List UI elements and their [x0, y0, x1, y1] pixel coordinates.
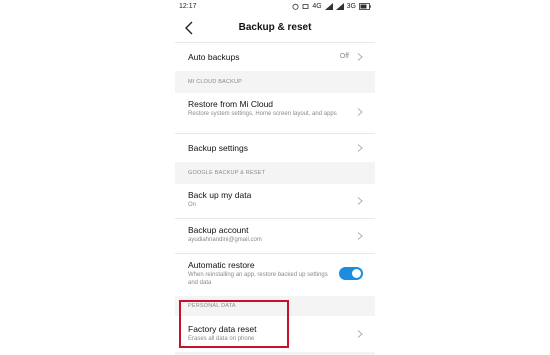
restore-from-mi-cloud-description: Restore system settings, Home screen lay… — [188, 111, 337, 117]
backup-account-email: ayudiahnandini@gmail.com — [188, 237, 262, 243]
backup-account-row[interactable]: Backup account ayudiahnandini@gmail.com — [175, 219, 375, 253]
chevron-right-icon — [357, 197, 363, 205]
status-icons: 4G 3G — [292, 3, 371, 10]
app-header: Backup & reset — [175, 14, 375, 44]
mi-cloud-section-title: MI CLOUD BACKUP — [188, 79, 243, 85]
signal-icon — [324, 3, 333, 10]
backup-account-label: Backup account — [188, 225, 249, 235]
back-up-my-data-status: On — [188, 202, 197, 208]
backup-settings-row[interactable]: Backup settings — [175, 134, 375, 162]
status-time: 12:17 — [179, 3, 197, 10]
chevron-right-icon — [357, 108, 363, 116]
chevron-right-icon — [357, 53, 363, 61]
highlight-box — [179, 300, 289, 348]
alarm-icon — [292, 3, 299, 10]
mi-cloud-section-header: MI CLOUD BACKUP — [175, 71, 375, 93]
network-4g-label: 4G — [312, 3, 322, 10]
restore-from-mi-cloud-row[interactable]: Restore from Mi Cloud Restore system set… — [175, 93, 375, 133]
automatic-restore-label: Automatic restore — [188, 260, 255, 270]
google-section-header: GOOGLE BACKUP & RESET — [175, 162, 375, 184]
chevron-right-icon — [357, 144, 363, 152]
toggle-knob — [352, 269, 361, 278]
google-section-title: GOOGLE BACKUP & RESET — [188, 170, 266, 176]
automatic-restore-toggle[interactable] — [339, 267, 363, 280]
auto-backups-label: Auto backups — [188, 52, 240, 62]
back-up-my-data-row[interactable]: Back up my data On — [175, 184, 375, 218]
silent-icon — [302, 4, 309, 9]
battery-icon — [359, 3, 371, 10]
back-up-my-data-label: Back up my data — [188, 190, 252, 200]
chevron-right-icon — [357, 330, 363, 338]
auto-backups-value: Off — [339, 53, 349, 60]
auto-backups-row[interactable]: Auto backups Off — [175, 43, 375, 71]
network-3g-label: 3G — [346, 3, 356, 10]
backup-settings-label: Backup settings — [188, 143, 249, 153]
chevron-right-icon — [357, 232, 363, 240]
automatic-restore-row[interactable]: Automatic restore When reinstalling an a… — [175, 254, 375, 296]
status-bar: 12:17 4G 3G — [175, 0, 375, 14]
page-title: Backup & reset — [238, 22, 312, 33]
automatic-restore-description: When reinstalling an app, restore backed… — [188, 272, 328, 286]
signal-icon-2 — [335, 3, 344, 10]
restore-from-mi-cloud-label: Restore from Mi Cloud — [188, 99, 274, 109]
